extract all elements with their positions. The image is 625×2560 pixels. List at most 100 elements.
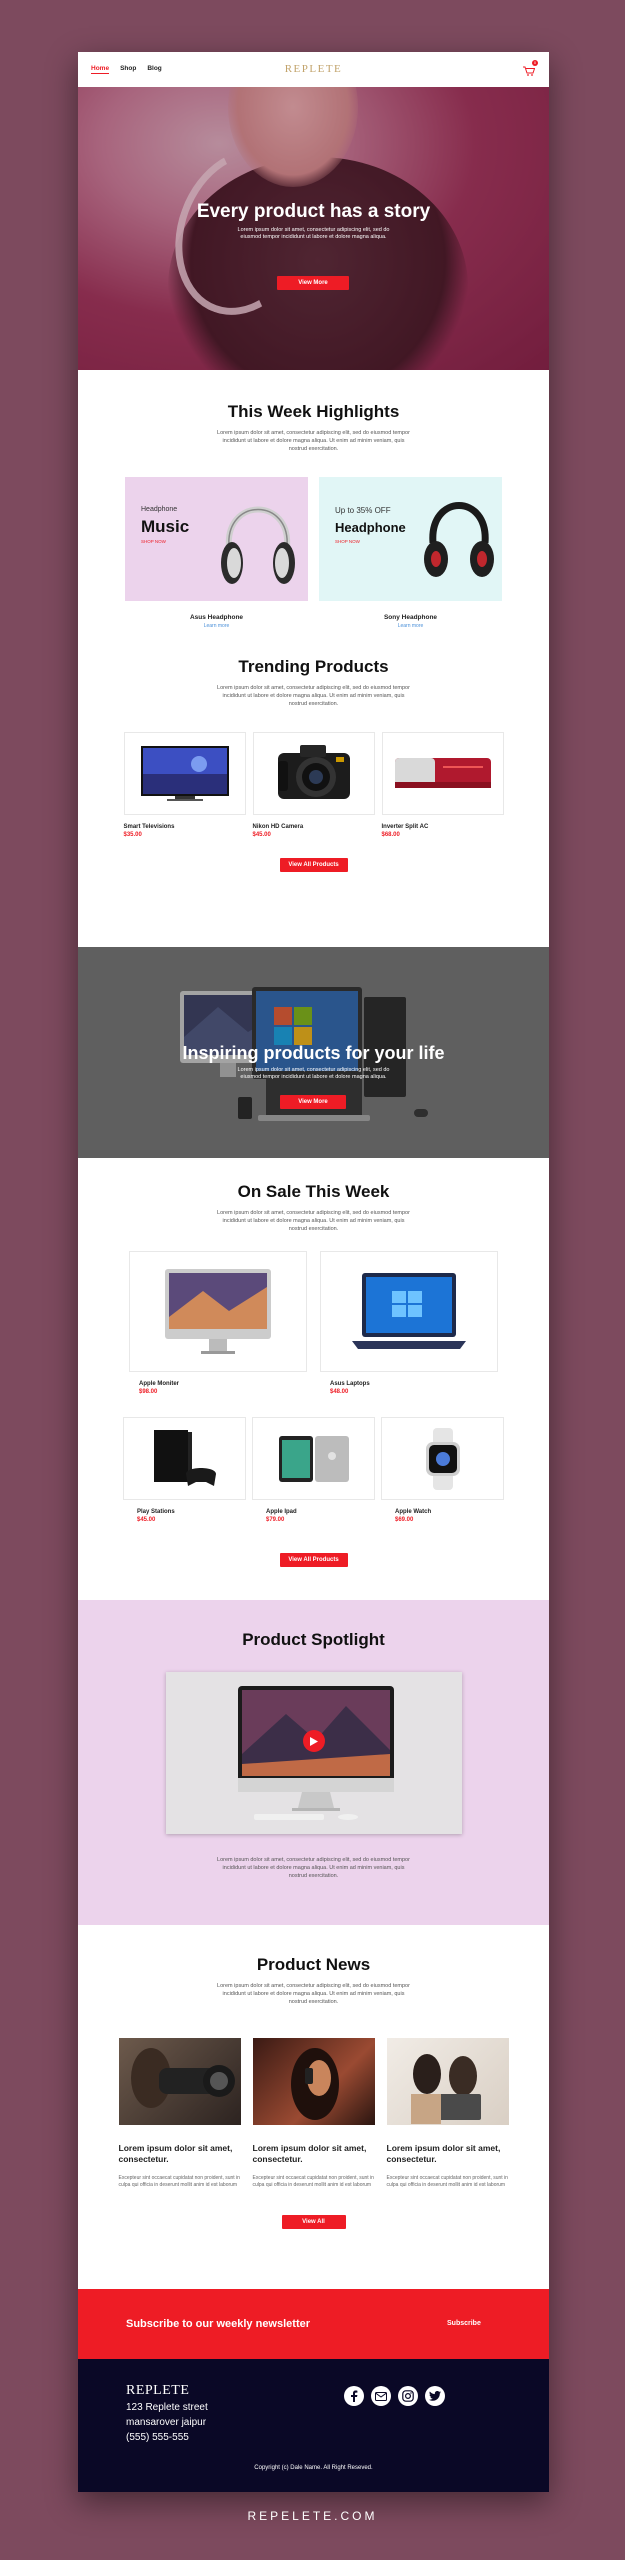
product-name: Nikon HD Camera: [252, 824, 304, 830]
highlight-card[interactable]: Headphone Music SHOP NOW Asus Headphone …: [125, 477, 308, 629]
top-nav: Home Shop Blog REPLETE 0: [78, 52, 549, 87]
product-price: $98.00: [139, 1389, 158, 1395]
product-card[interactable]: Asus Laptops $48.00: [320, 1251, 498, 1395]
twitter-link[interactable]: [425, 2386, 445, 2406]
product-image: [252, 732, 375, 815]
footer-logo: REPLETE: [126, 2383, 190, 2398]
product-price: $68.00: [381, 832, 400, 838]
product-card[interactable]: Apple Ipad $79.00: [252, 1417, 375, 1523]
instagram-link[interactable]: [398, 2386, 418, 2406]
news-title: Product News: [256, 1955, 371, 1974]
product-image: [123, 1417, 246, 1500]
highlight-card[interactable]: Up to 35% OFF Headphone SHOP NOW Sony He…: [319, 477, 502, 629]
sale-title: On Sale This Week: [237, 1182, 390, 1201]
news-card-title: Lorem ipsum dolor sit amet, consectetur.: [118, 2143, 233, 2164]
ac-image: [394, 757, 491, 788]
news-card[interactable]: Lorem ipsum dolor sit amet, consectetur.…: [252, 2038, 375, 2189]
product-price: $45.00: [137, 1517, 156, 1523]
news-card[interactable]: Lorem ipsum dolor sit amet, consectetur.…: [386, 2038, 509, 2189]
trending-description: Lorem ipsum dolor sit amet, consectetur …: [217, 685, 410, 707]
subscribe-button[interactable]: Subscribe: [447, 2320, 481, 2327]
highlight-card-image: Up to 35% OFF Headphone SHOP NOW: [319, 477, 502, 601]
spotlight-description: Lorem ipsum dolor sit amet, consectetur …: [217, 1857, 410, 1879]
product-card[interactable]: Apple Moniter $98.00: [129, 1251, 307, 1395]
camera-image: [277, 744, 350, 799]
play-button[interactable]: [302, 1730, 325, 1752]
social-links: [344, 2386, 445, 2406]
highlights-section: This Week Highlights Lorem ipsum dolor s…: [78, 370, 549, 657]
shop-now-link[interactable]: SHOP NOW: [141, 539, 166, 544]
sale-view-all-button[interactable]: View All Products: [279, 1553, 348, 1567]
logo[interactable]: REPLETE: [78, 63, 549, 75]
highlight-card-image: Headphone Music SHOP NOW: [125, 477, 308, 601]
product-name: Apple Moniter: [139, 1381, 179, 1387]
address-line: 123 Replete street: [126, 2402, 208, 2413]
product-card[interactable]: Apple Watch $69.00: [381, 1417, 504, 1523]
news-card-text: Excepteur sint occaecat cupidatat non pr…: [386, 2175, 508, 2188]
spotlight-video[interactable]: [165, 1672, 462, 1834]
hero-title: Every product has a story: [196, 201, 431, 222]
trending-title: Trending Products: [238, 657, 389, 676]
play-icon: [309, 1736, 318, 1746]
hero-banner: Every product has a story Lorem ipsum do…: [78, 87, 549, 370]
spotlight-title: Product Spotlight: [242, 1630, 385, 1649]
news-card-title: Lorem ipsum dolor sit amet, consectetur.: [252, 2143, 367, 2164]
phone-user-image: [290, 2048, 339, 2120]
product-image: [381, 732, 504, 815]
view-all-products-button[interactable]: View All Products: [279, 858, 348, 872]
tv-image: [140, 745, 229, 801]
headphone-image: [424, 502, 494, 577]
inspire-banner: Inspiring products for your life Lorem i…: [78, 947, 549, 1158]
facebook-link[interactable]: [344, 2386, 364, 2406]
news-card[interactable]: Lorem ipsum dolor sit amet, consectetur.…: [118, 2038, 241, 2189]
highlight-product-name: Asus Headphone: [189, 614, 244, 621]
inspire-title: Inspiring products for your life: [182, 1043, 445, 1063]
product-name: Apple Ipad: [266, 1509, 297, 1515]
footer: REPLETE 123 Replete street mansarover ja…: [78, 2359, 549, 2492]
newsletter-title: Subscribe to our weekly newsletter: [126, 2318, 311, 2330]
laptop-image: [352, 1272, 466, 1349]
learn-more-link[interactable]: Learn more: [125, 623, 308, 629]
hero-description: Lorem ipsum dolor sit amet, consectetur …: [237, 227, 390, 240]
news-description: Lorem ipsum dolor sit amet, consectetur …: [217, 1983, 410, 2005]
inspire-view-more-button[interactable]: View More: [280, 1095, 346, 1109]
highlights-title: This Week Highlights: [227, 402, 400, 421]
imac-image: [237, 1686, 394, 1820]
product-image: [252, 1417, 375, 1500]
cart-button[interactable]: 0: [523, 60, 538, 76]
trending-section: Trending Products Lorem ipsum dolor sit …: [78, 657, 549, 947]
headphone-image: [221, 506, 295, 584]
product-card[interactable]: Nikon HD Camera $45.00: [252, 732, 375, 838]
facebook-icon: [351, 2390, 358, 2402]
product-name: Apple Watch: [395, 1509, 432, 1515]
monitor-image: [165, 1268, 271, 1354]
hero-view-more-button[interactable]: View More: [277, 276, 349, 290]
product-card[interactable]: Inverter Split AC $68.00: [381, 732, 504, 838]
photographer-image: [130, 2048, 235, 2108]
product-price: $35.00: [123, 832, 142, 838]
product-card[interactable]: Play Stations $45.00: [123, 1417, 246, 1523]
newsletter-bar: Subscribe to our weekly newsletter Subsc…: [78, 2289, 549, 2359]
news-view-all-button[interactable]: View All: [281, 2215, 346, 2229]
news-card-text: Excepteur sint occaecat cupidatat non pr…: [118, 2175, 240, 2188]
inspire-description: Lorem ipsum dolor sit amet, consectetur …: [237, 1067, 390, 1080]
product-price: $45.00: [252, 832, 271, 838]
news-image: [252, 2038, 375, 2125]
copyright-text: Copyright (c) Dale Name. All Right Resev…: [254, 2465, 373, 2471]
landing-page: Home Shop Blog REPLETE 0 Every product h…: [78, 52, 549, 2492]
instagram-icon: [402, 2390, 414, 2402]
laptop-users-image: [410, 2054, 481, 2124]
highlight-card-kicker: Up to 35% OFF: [335, 506, 391, 515]
mail-icon: [375, 2391, 387, 2401]
product-name: Smart Televisions: [123, 824, 175, 830]
shop-now-link[interactable]: SHOP NOW: [335, 539, 360, 544]
product-card[interactable]: Smart Televisions $35.00: [123, 732, 246, 838]
twitter-icon: [429, 2391, 441, 2401]
mail-link[interactable]: [371, 2386, 391, 2406]
product-price: $48.00: [330, 1389, 349, 1395]
playstation-image: [153, 1429, 216, 1486]
highlight-product-name: Sony Headphone: [383, 614, 438, 621]
learn-more-link[interactable]: Learn more: [319, 623, 502, 629]
product-image: [129, 1251, 307, 1372]
ipad-image: [278, 1435, 349, 1482]
